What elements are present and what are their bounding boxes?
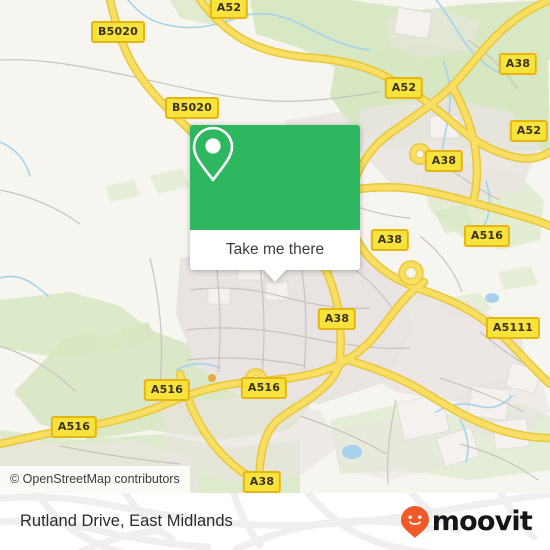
moovit-logo[interactable]: moovit	[400, 505, 533, 539]
road-shield: B5020	[165, 97, 219, 119]
road-shield: A516	[240, 377, 288, 399]
map-canvas[interactable]: A52 B5020 A52 A38 B5020 A52 A38 A38 A516 A38 A5111…	[0, 0, 550, 493]
footer-content: Rutland Drive, East Midlands moovit	[0, 493, 550, 550]
callout-image-panel	[190, 125, 360, 230]
map-pond	[485, 293, 499, 303]
road-shield: A516	[463, 225, 511, 247]
moovit-map-screenshot: A52 B5020 A52 A38 B5020 A52 A38 A38 A516 A38 A5111…	[0, 0, 550, 550]
map-pin-icon	[192, 126, 234, 182]
road-shield: A516	[143, 379, 191, 401]
road-shield: A38	[317, 308, 357, 330]
road-shield: A52	[384, 77, 424, 99]
osm-attribution[interactable]: © OpenStreetMap contributors	[0, 465, 190, 493]
location-callout-card[interactable]: Take me there	[190, 125, 360, 282]
road-shield: A52	[209, 0, 249, 19]
moovit-wordmark: moovit	[431, 506, 533, 537]
take-me-there-button[interactable]: Take me there	[190, 230, 360, 270]
road-shield: A38	[242, 471, 282, 493]
road-shield: A38	[498, 53, 538, 75]
road-shield: A38	[424, 150, 464, 172]
footer-bar: Rutland Drive, East Midlands moovit	[0, 493, 550, 550]
road-shield: A516	[50, 416, 98, 438]
moovit-pin-icon	[400, 505, 429, 538]
road-shield: B5020	[91, 21, 145, 43]
place-name-label: Rutland Drive, East Midlands	[20, 512, 233, 530]
road-shield: A52	[509, 120, 549, 142]
road-shield: A5111	[485, 317, 541, 339]
map-lake	[342, 445, 362, 459]
callout-tail	[264, 270, 286, 282]
road-shield: A38	[370, 229, 410, 251]
